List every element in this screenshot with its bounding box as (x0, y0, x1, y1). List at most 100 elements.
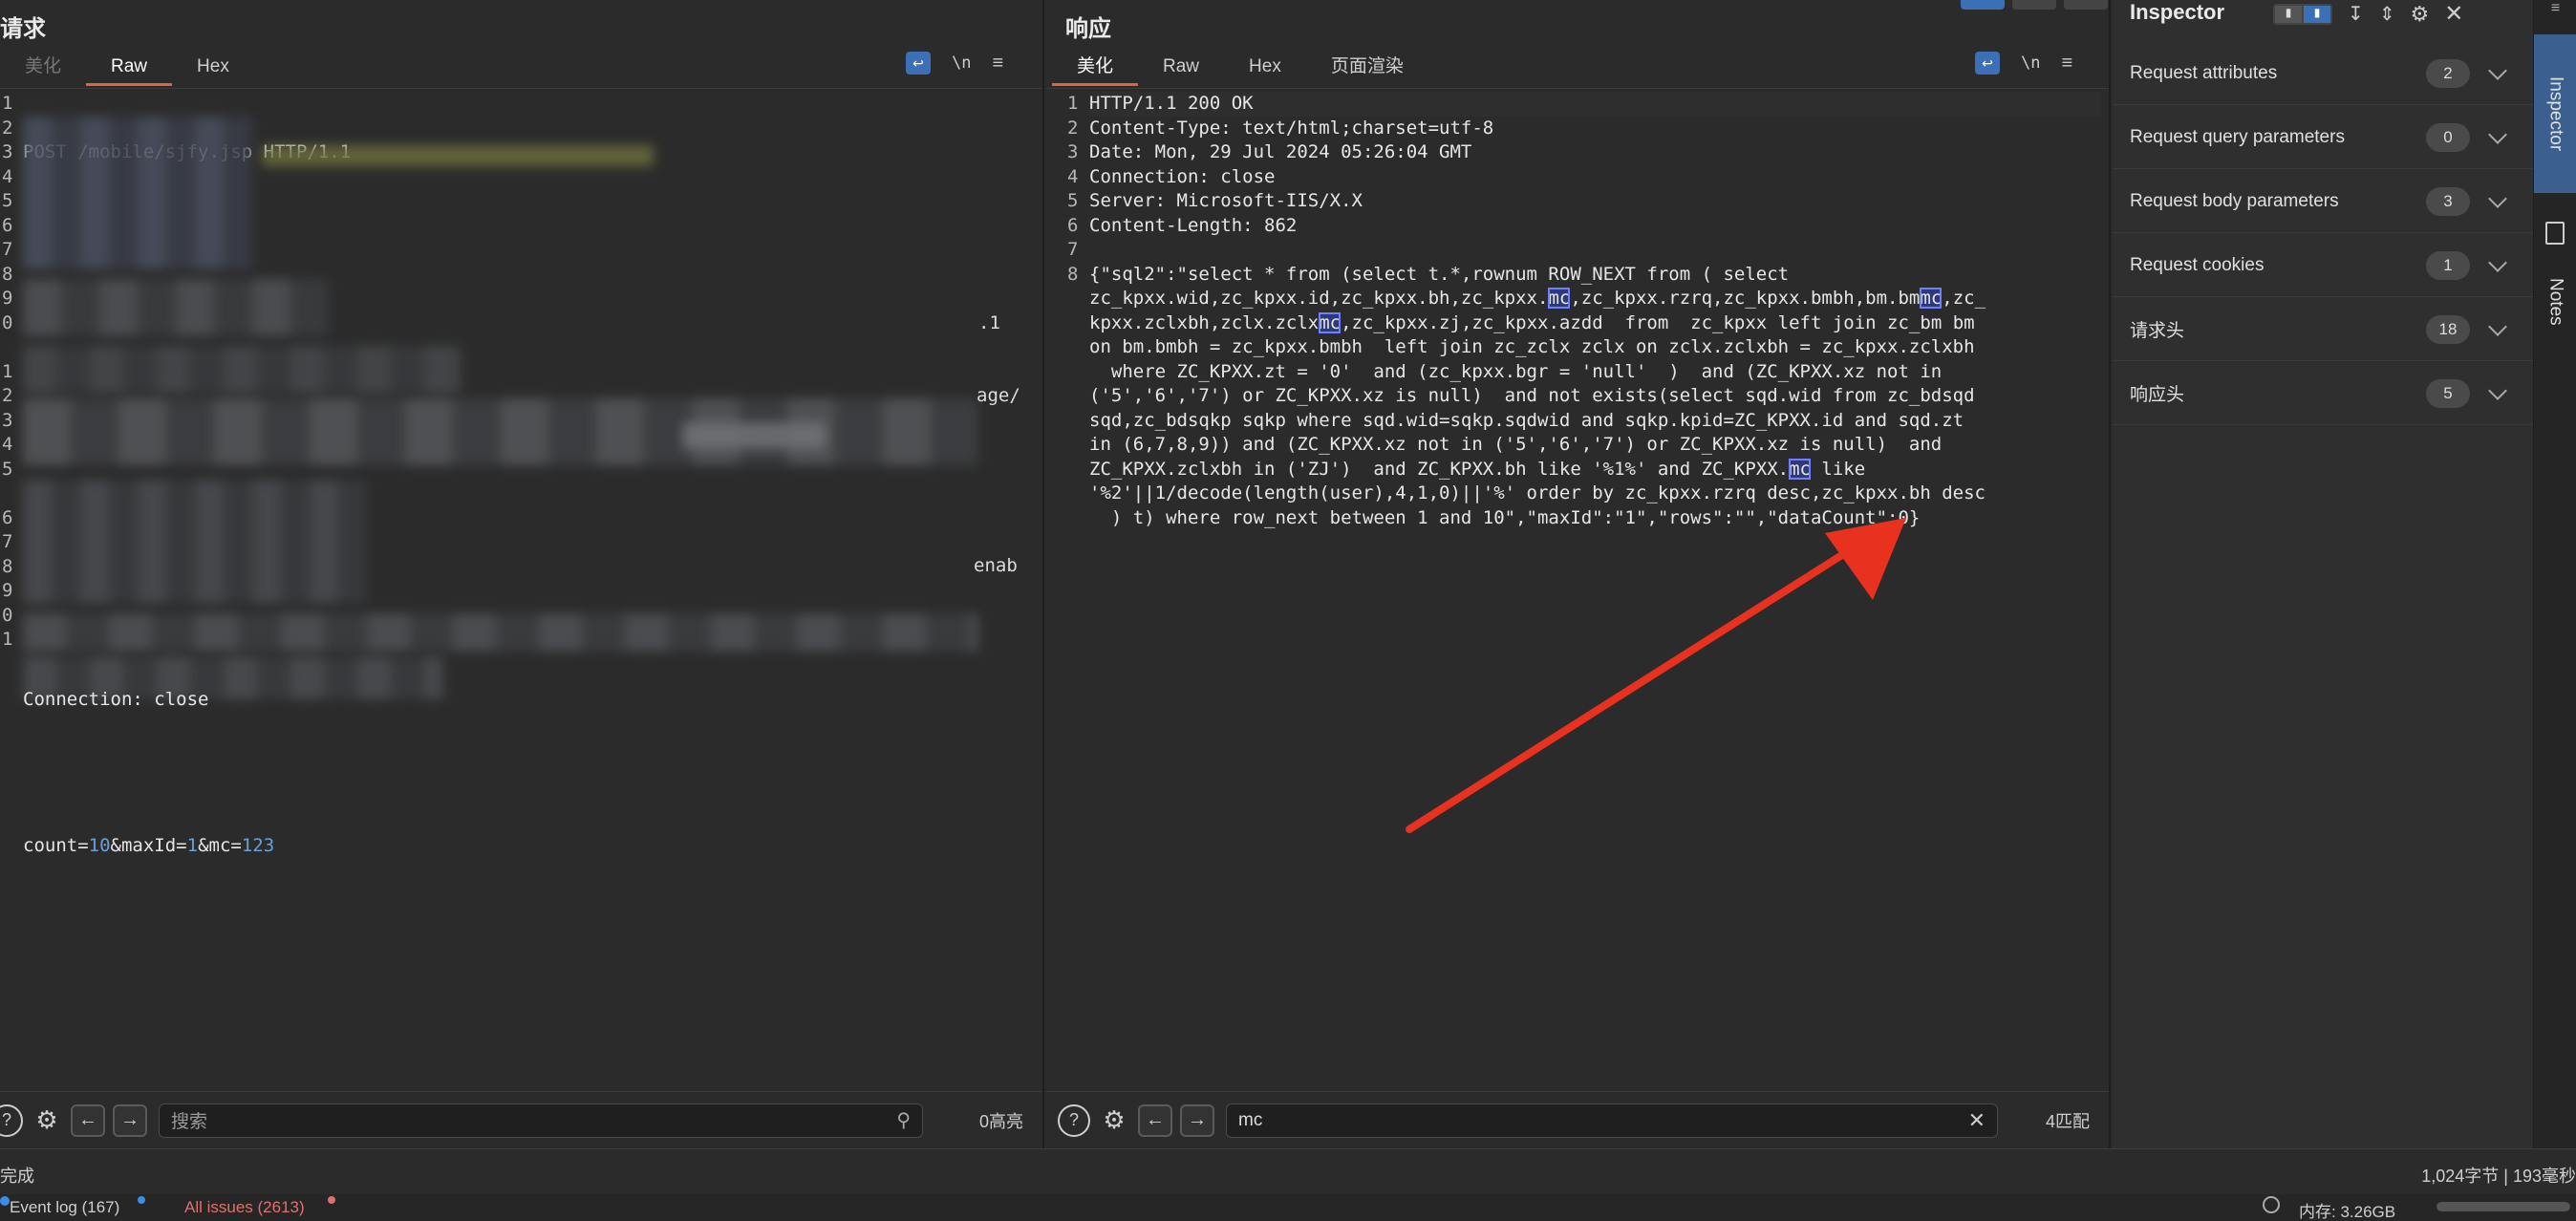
request-tabs: 美化 Raw Hex (0, 50, 254, 88)
request-editor[interactable]: 123456789012345678901 POST /mobile/sjfy.… (0, 92, 1042, 1091)
chevron-down-icon[interactable] (2488, 252, 2507, 272)
inspector-section[interactable]: Request body parameters 3 (2113, 170, 2533, 233)
chevron-down-icon[interactable] (2488, 316, 2507, 336)
menu-icon[interactable]: ≡ (2061, 53, 2072, 75)
request-code-tail: Connection: close count=10&maxId=1&mc=12… (23, 639, 1035, 908)
side-rail: ≡ Inspector Notes (2533, 0, 2576, 1148)
request-search-input[interactable]: 搜索 ⚲ (159, 1103, 923, 1138)
inspector-count-badge: 2 (2426, 58, 2470, 88)
response-editor-toolbar: ↩ \n ≡ (1975, 52, 2072, 75)
tab-raw[interactable]: Raw (1138, 50, 1224, 86)
response-code: HTTP/1.1 200 OK Content-Type: text/html;c… (1089, 92, 2101, 530)
chevron-down-icon[interactable] (2488, 380, 2507, 400)
response-header-line: Connection: close (1089, 165, 1276, 187)
pin-icon[interactable]: ≡ (2534, 0, 2576, 34)
line-number: 4 (2, 165, 13, 187)
settings-icon[interactable]: ⚙ (2411, 2, 2430, 27)
layout-panel-icon[interactable]: ▮ (2304, 5, 2330, 23)
inspector-toolbar: ▮ ▮ ↧ ⇕ ⚙ ✕ (2273, 0, 2463, 28)
next-arrow-icon[interactable]: → (1180, 1103, 1214, 1137)
next-arrow-icon[interactable]: → (113, 1103, 147, 1137)
memory-usage: 内存: 3.26GB (2299, 1203, 2396, 1221)
inspector-section[interactable]: 响应头 5 (2113, 362, 2533, 425)
response-title: 响应 (1065, 16, 1111, 42)
response-body-line: {"sql2":"select * from (select t.*,rownu… (1089, 263, 1790, 285)
line-number: 1 (2, 93, 13, 114)
all-issues-link[interactable]: All issues (2613) (184, 1198, 305, 1217)
search-icon: ⚲ (896, 1110, 911, 1131)
layout-horizontal-icon[interactable] (2012, 0, 2056, 10)
search-match-highlight: mc (1319, 311, 1342, 333)
request-body: count=10&maxId=1&mc=123 (23, 835, 275, 856)
request-pane: 请求 美化 Raw Hex ↩ \n ≡ 1234567890123456789… (0, 0, 1044, 1148)
tab-hex[interactable]: Hex (1224, 50, 1306, 86)
bottom-bar: Event log (167) All issues (2613) 内存: 3.… (0, 1194, 2576, 1221)
notes-icon (2545, 222, 2565, 245)
rail-tab-inspector[interactable]: Inspector (2534, 34, 2576, 193)
chevron-down-icon[interactable] (2488, 124, 2507, 144)
layout-split-icon[interactable] (1961, 0, 2005, 10)
line-number: 3 (2, 409, 13, 431)
line-number: 7 (1067, 239, 1079, 260)
inspector-section[interactable]: Request attributes 2 (2113, 42, 2533, 105)
help-icon[interactable]: ? (0, 1103, 23, 1137)
inspector-section[interactable]: 请求头 18 (2113, 298, 2533, 361)
issues-dot (328, 1196, 335, 1204)
line-number: 1 (2, 629, 13, 650)
gear-icon[interactable]: ⚙ (31, 1104, 63, 1137)
line-number: 8 (2, 263, 13, 285)
memory-icon (2263, 1196, 2280, 1213)
inspector-section[interactable]: Request cookies 1 (2113, 234, 2533, 297)
line-number: 7 (2, 239, 13, 260)
newline-toggle-icon[interactable]: \n (2021, 54, 2040, 73)
rail-tab-notes[interactable]: Notes (2534, 254, 2576, 350)
event-log-link[interactable]: Event log (167) (10, 1198, 119, 1217)
response-body-line: ('5','6','7') or ZC_KPXX.xz is null) and… (1089, 385, 1975, 406)
tab-hex[interactable]: Hex (172, 50, 254, 86)
tab-raw[interactable]: Raw (86, 50, 173, 86)
collapse-icon[interactable]: ⇕ (2379, 2, 2395, 26)
response-body-line: ZC_KPXX.zclxbh in ('ZJ') and ZC_KPXX.bh … (1089, 458, 1866, 480)
response-header-line: Content-Type: text/html;charset=utf-8 (1089, 117, 1494, 139)
gear-icon[interactable]: ⚙ (1098, 1104, 1130, 1137)
connection-line: Connection: close (23, 689, 209, 710)
layout-vertical-icon[interactable] (2064, 0, 2108, 10)
search-match-highlight: mc (1548, 288, 1571, 309)
response-stats: 1,024字节 | 193毫秒 (2421, 1167, 2576, 1186)
redacted-headers: .1 age/ enab (23, 117, 1026, 699)
wrap-lines-icon[interactable]: ↩ (906, 52, 931, 75)
tab-pretty[interactable]: 美化 (1052, 50, 1139, 86)
response-body-line: where ZC_KPXX.zt = '0' and (zc_kpxx.bgr … (1089, 360, 1943, 382)
line-number: 7 (2, 531, 13, 552)
chevron-down-icon[interactable] (2488, 60, 2507, 80)
partial-text-b: age/ (977, 385, 1020, 406)
clear-icon[interactable]: ✕ (1968, 1108, 1986, 1133)
inspector-panel: Inspector ▮ ▮ ↧ ⇕ ⚙ ✕ Request attributes… (2113, 0, 2533, 1148)
chevron-down-icon[interactable] (2488, 188, 2507, 208)
wrap-lines-icon[interactable]: ↩ (1975, 52, 2000, 75)
menu-icon[interactable]: ≡ (992, 53, 1003, 75)
response-search-input[interactable]: mc ✕ (1226, 1103, 1998, 1138)
partial-text-c: enab (974, 555, 1018, 576)
expand-icon[interactable]: ↧ (2348, 2, 2364, 26)
line-number: 8 (2, 555, 13, 577)
close-icon[interactable]: ✕ (2444, 0, 2463, 28)
response-pane: 响应 美化 Raw Hex 页面渲染 ↩ \n ≡ 12345678 HTTP/… (1046, 0, 2111, 1148)
tab-pretty[interactable]: 美化 (0, 50, 86, 86)
line-number: 1 (1067, 93, 1079, 114)
response-body-line: sqd,zc_bdsqkp sqkp where sqd.wid=sqkp.sq… (1089, 409, 1964, 431)
prev-arrow-icon[interactable]: ← (71, 1103, 105, 1137)
status-text: 完成 (0, 1167, 34, 1186)
help-icon[interactable]: ? (1058, 1103, 1090, 1137)
line-number: 9 (2, 288, 13, 309)
layout-list-icon[interactable]: ▮ (2275, 5, 2302, 23)
prev-arrow-icon[interactable]: ← (1138, 1103, 1172, 1137)
line-number: 2 (1067, 117, 1079, 139)
newline-toggle-icon[interactable]: \n (952, 54, 971, 73)
inspector-count-badge: 3 (2426, 186, 2470, 216)
response-header-line: Server: Microsoft-IIS/X.X (1089, 190, 1363, 211)
tab-render[interactable]: 页面渲染 (1306, 50, 1428, 86)
line-number (0, 335, 21, 360)
layout-toggle (1961, 0, 2108, 10)
inspector-section[interactable]: Request query parameters 0 (2113, 106, 2533, 169)
